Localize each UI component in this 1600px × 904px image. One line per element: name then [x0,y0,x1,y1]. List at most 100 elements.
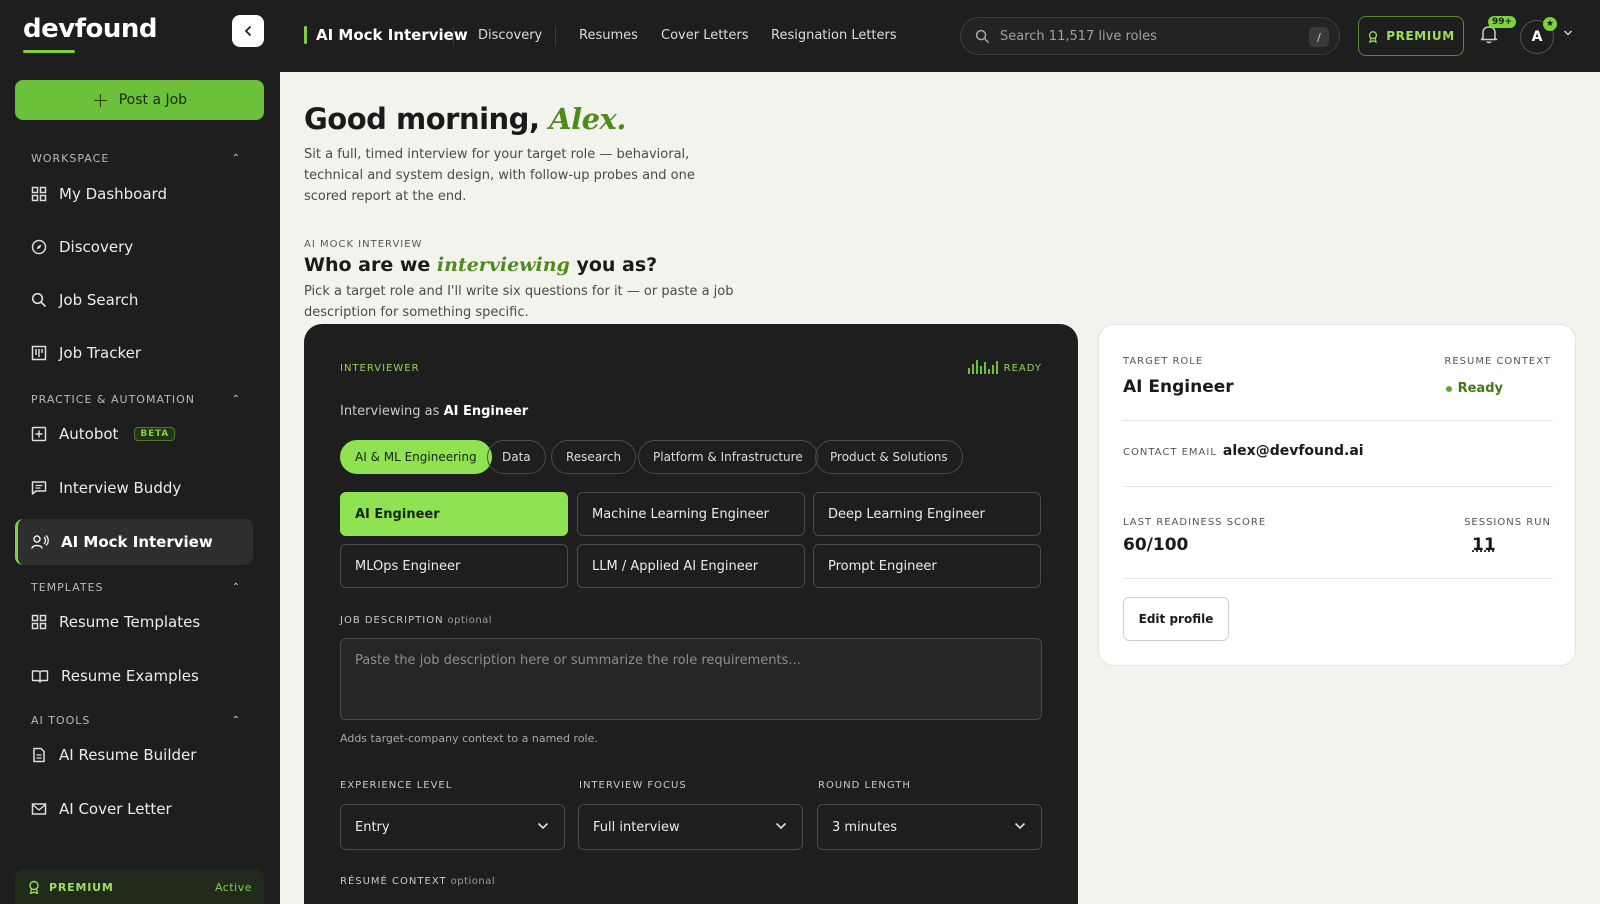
target-role-value: AI Engineer [1123,377,1234,397]
category-pill-research[interactable]: Research [551,440,636,474]
sidebar-item-job-search[interactable]: Job Search [15,277,253,323]
sidebar-item-label: AI Mock Interview [61,533,213,551]
optional-tag: optional [448,615,493,626]
sidebar-item-autobot[interactable]: Autobot BETA [15,411,253,457]
edit-profile-button[interactable]: Edit profile [1123,597,1229,641]
premium-status[interactable]: PREMIUM Active [15,870,264,904]
role-option-prompt-engineer[interactable]: Prompt Engineer [813,544,1041,588]
interviewer-status: READY [968,360,1042,374]
section-title: WORKSPACE [31,152,109,165]
logo-underline [23,50,75,53]
award-icon [27,880,41,894]
interviewer-card: INTERVIEWER READY Interviewing as AI Eng… [304,324,1078,904]
role-option-llm-engineer[interactable]: LLM / Applied AI Engineer [577,544,805,588]
sidebar-item-ai-resume-builder[interactable]: AI Resume Builder [15,732,253,778]
page-title: AI Mock Interview [304,26,468,44]
round-length-select[interactable]: 3 minutes [817,804,1042,850]
chevron-down-icon [536,819,550,833]
sessions-label: SESSIONS RUN [1464,517,1551,528]
role-option-ml-engineer[interactable]: Machine Learning Engineer [577,492,805,536]
sidebar-item-label: Resume Templates [59,613,200,631]
optional-tag: optional [451,876,496,887]
contact-email: CONTACT EMAIL alex@devfound.ai [1123,443,1364,459]
award-icon [1367,30,1379,43]
sessions-value: 11 [1472,535,1496,555]
sidebar: devfound + Post a Job WORKSPACE ⌃ My Das… [0,0,280,904]
greeting-heading: Good morning, Alex. [304,102,626,136]
chat-icon [31,480,47,496]
sidebar-item-label: My Dashboard [59,185,167,203]
category-pill-data[interactable]: Data [487,440,546,474]
resume-context-status: Ready [1446,381,1503,396]
job-description-placeholder: Paste the job description here or summar… [355,653,801,668]
role-option-ai-engineer[interactable]: AI Engineer [340,492,568,536]
chevron-down-icon[interactable] [1563,29,1573,37]
job-description-label: JOB DESCRIPTION optional [340,615,492,626]
collapse-sidebar-button[interactable] [232,15,264,47]
premium-button-label: PREMIUM [1386,29,1455,43]
chevron-down-icon [1013,819,1027,833]
category-pill-ai-ml[interactable]: AI & ML Engineering [340,440,492,474]
section-title: PRACTICE & AUTOMATION [31,393,195,406]
interviewer-label: INTERVIEWER [340,363,420,374]
sidebar-item-resume-examples[interactable]: Resume Examples [15,653,253,699]
nav-link-resumes[interactable]: Resumes [579,28,638,43]
sidebar-item-job-tracker[interactable]: Job Tracker [15,330,253,376]
sidebar-item-label: Job Search [59,291,138,309]
topbar: AI Mock Interview Discovery Resumes Cove… [280,0,1600,72]
dashboard-icon [31,186,47,202]
grid-icon [31,614,47,630]
section-templates[interactable]: TEMPLATES ⌃ [31,581,241,594]
bot-icon [31,426,47,442]
premium-button[interactable]: PREMIUM [1358,16,1464,56]
sidebar-item-ai-cover-letter[interactable]: AI Cover Letter [15,786,253,832]
divider [1123,486,1553,487]
interview-focus-label: INTERVIEW FOCUS [579,780,687,791]
divider [1123,420,1553,421]
heading-suffix: you as? [570,254,657,276]
sidebar-item-interview-buddy[interactable]: Interview Buddy [15,465,253,511]
premium-active-status: Active [215,881,252,894]
section-title: AI TOOLS [31,714,90,727]
section-workspace[interactable]: WORKSPACE ⌃ [31,152,241,165]
interviewing-as-prefix: Interviewing as [340,404,444,419]
role-option-mlops-engineer[interactable]: MLOps Engineer [340,544,568,588]
job-description-hint: Adds target-company context to a named r… [340,732,598,745]
category-pill-product[interactable]: Product & Solutions [815,440,963,474]
brand-logo[interactable]: devfound [23,14,157,44]
job-description-textarea[interactable]: Paste the job description here or summar… [340,638,1042,720]
beta-badge: BETA [134,427,175,441]
nav-link-resignation-letters[interactable]: Resignation Letters [771,28,897,43]
sidebar-item-label: Job Tracker [59,344,141,362]
section-ai-tools[interactable]: AI TOOLS ⌃ [31,714,241,727]
status-ready: READY [1004,363,1042,374]
chevron-up-icon: ⌃ [232,153,241,164]
experience-level-label: EXPERIENCE LEVEL [340,780,452,791]
title-accent-bar [304,26,307,44]
nav-link-discovery[interactable]: Discovery [478,28,542,43]
interviewing-as: Interviewing as AI Engineer [340,404,528,419]
sidebar-item-my-dashboard[interactable]: My Dashboard [15,171,253,217]
section-subtext: Pick a target role and I'll write six qu… [304,281,804,323]
status-dot [1446,386,1452,392]
experience-level-select[interactable]: Entry [340,804,565,850]
sidebar-item-ai-mock-interview[interactable]: AI Mock Interview [15,519,253,565]
role-option-dl-engineer[interactable]: Deep Learning Engineer [813,492,1041,536]
sidebar-item-resume-templates[interactable]: Resume Templates [15,599,253,645]
nav-link-cover-letters[interactable]: Cover Letters [661,28,749,43]
post-job-button[interactable]: + Post a Job [15,80,264,120]
section-practice-automation[interactable]: PRACTICE & AUTOMATION ⌃ [31,393,241,406]
round-length-value: 3 minutes [832,820,897,835]
chevron-up-icon: ⌃ [232,394,241,405]
target-role-label: TARGET ROLE [1123,356,1203,367]
plus-icon: + [92,90,109,110]
document-icon [31,747,47,763]
interview-focus-select[interactable]: Full interview [578,804,803,850]
search-placeholder: Search 11,517 live roles [1000,29,1157,44]
sidebar-item-discovery[interactable]: Discovery [15,224,253,270]
audio-level-icon [968,360,998,374]
sidebar-item-label: Resume Examples [61,667,199,685]
category-pill-platform[interactable]: Platform & Infrastructure [638,440,818,474]
interview-icon [31,534,49,550]
search-input[interactable]: Search 11,517 live roles / [960,17,1340,55]
